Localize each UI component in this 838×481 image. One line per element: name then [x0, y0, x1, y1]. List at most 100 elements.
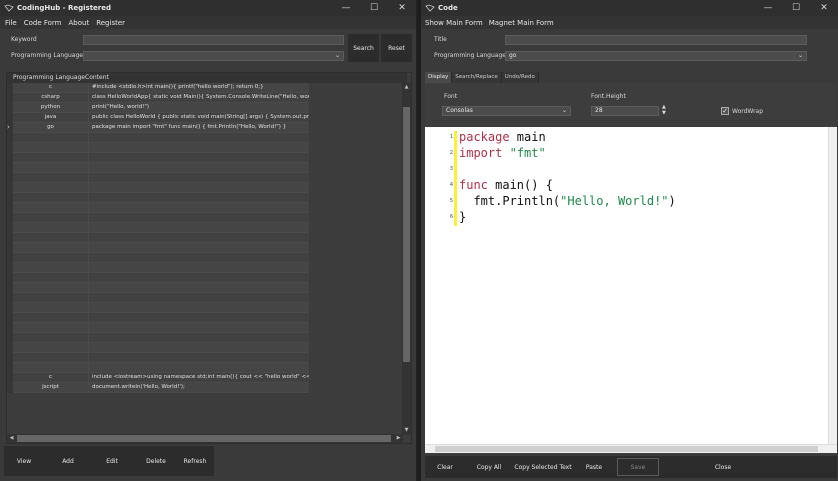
cell-content[interactable] — [90, 283, 309, 293]
cell-language[interactable] — [13, 353, 89, 363]
column-header-language[interactable]: Programming Language — [13, 74, 85, 81]
cell-language[interactable] — [13, 253, 89, 263]
minimize-icon[interactable]: — — [332, 0, 360, 16]
edit-button[interactable]: Edit — [92, 446, 132, 476]
cell-content[interactable] — [90, 163, 309, 173]
menu-magnet-main-form[interactable]: Magnet Main Form — [489, 19, 554, 27]
close-button[interactable]: Close — [701, 458, 745, 476]
cell-language[interactable] — [13, 273, 89, 283]
cell-language[interactable] — [13, 243, 89, 253]
copy-all-button[interactable]: Copy All — [471, 458, 507, 476]
font-height-input[interactable]: 28 — [591, 106, 659, 116]
copy-selected-text-button[interactable]: Copy Selected Text — [513, 458, 573, 476]
scroll-left-icon[interactable]: ◀ — [7, 434, 16, 443]
cell-content[interactable] — [90, 293, 309, 303]
scroll-up-icon[interactable]: ▲ — [402, 83, 411, 92]
close-icon[interactable]: ✕ — [810, 0, 838, 16]
table-row[interactable] — [7, 193, 309, 203]
table-row[interactable] — [7, 233, 309, 243]
title-input[interactable] — [505, 35, 807, 45]
table-row[interactable] — [7, 263, 309, 273]
table-row[interactable] — [7, 213, 309, 223]
tab-display[interactable]: Display — [425, 72, 453, 83]
code-grid[interactable]: Programming Language Content c #include <… — [6, 72, 412, 444]
table-row[interactable] — [7, 153, 309, 163]
clear-button[interactable]: Clear — [429, 458, 461, 476]
font-height-stepper[interactable]: ▲ ▼ — [662, 104, 666, 116]
cell-language[interactable]: java — [13, 113, 89, 123]
table-row[interactable]: c #include <stdio.h>int main(){ printf("h… — [7, 83, 309, 93]
save-button[interactable]: Save — [617, 458, 659, 476]
cell-language[interactable] — [13, 223, 89, 233]
cell-content[interactable] — [90, 343, 309, 353]
table-row[interactable] — [7, 253, 309, 263]
cell-content[interactable]: class HelloWorldApp{ static void Main(){… — [90, 93, 309, 103]
table-row[interactable] — [7, 313, 309, 323]
cell-language[interactable] — [13, 153, 89, 163]
table-row[interactable]: python print("Hello, world!") — [7, 103, 309, 113]
cell-language[interactable] — [13, 193, 89, 203]
table-row[interactable] — [7, 323, 309, 333]
cell-language[interactable] — [13, 363, 89, 373]
cell-language[interactable]: csharp — [13, 93, 89, 103]
cell-content[interactable]: package main import "fmt" func main() { … — [90, 123, 309, 133]
wordwrap-checkbox[interactable]: ✓ — [721, 107, 729, 115]
reset-button[interactable]: Reset — [381, 34, 412, 62]
cell-language[interactable] — [13, 183, 89, 193]
scroll-right-icon[interactable]: ▶ — [394, 434, 403, 443]
cell-language[interactable] — [13, 313, 89, 323]
cell-language[interactable] — [13, 323, 89, 333]
editor-vertical-scrollbar[interactable] — [828, 127, 837, 444]
cell-language[interactable] — [13, 293, 89, 303]
cell-language[interactable] — [13, 213, 89, 223]
table-row[interactable] — [7, 303, 309, 313]
refresh-button[interactable]: Refresh — [176, 446, 214, 476]
cell-content[interactable] — [90, 213, 309, 223]
cell-content[interactable] — [90, 203, 309, 213]
cell-content[interactable] — [90, 183, 309, 193]
code-editor[interactable]: 1 2 3 4 5 6 package main import "fmt" fu… — [425, 127, 837, 453]
cell-language[interactable] — [13, 143, 89, 153]
menu-register[interactable]: Register — [96, 19, 125, 27]
minimize-icon[interactable]: — — [754, 0, 782, 16]
table-row[interactable] — [7, 363, 309, 373]
grid-hscroll-thumb[interactable] — [17, 435, 391, 442]
grid-horizontal-scrollbar[interactable]: ◀ ▶ — [7, 434, 403, 443]
add-button[interactable]: Add — [48, 446, 88, 476]
cell-content[interactable] — [90, 173, 309, 183]
table-row[interactable]: c include <iostream>using namespace std;i… — [7, 373, 309, 383]
table-row[interactable] — [7, 173, 309, 183]
table-row[interactable]: java public class HelloWorld { public sta… — [7, 113, 309, 123]
cell-content[interactable]: #include <stdio.h>int main(){ printf("he… — [90, 83, 309, 93]
cell-content[interactable]: print("Hello, world!") — [90, 103, 309, 113]
code-language-select[interactable]: go ⌄ — [505, 51, 807, 61]
table-row[interactable] — [7, 203, 309, 213]
table-row[interactable] — [7, 133, 309, 143]
cell-language[interactable]: c — [13, 83, 89, 93]
cell-content[interactable] — [90, 253, 309, 263]
keyword-input[interactable] — [83, 35, 344, 45]
cell-language[interactable] — [13, 233, 89, 243]
view-button[interactable]: View — [4, 446, 44, 476]
cell-content[interactable] — [90, 243, 309, 253]
cell-language[interactable]: python — [13, 103, 89, 113]
menu-file[interactable]: File — [5, 19, 17, 27]
cell-language[interactable] — [13, 173, 89, 183]
maximize-icon[interactable]: ☐ — [360, 0, 388, 16]
cell-content[interactable] — [90, 143, 309, 153]
cell-content[interactable] — [90, 223, 309, 233]
cell-language[interactable]: jscript — [13, 383, 89, 393]
tab-undo-redo[interactable]: Undo/Redo — [501, 72, 539, 83]
table-row[interactable] — [7, 353, 309, 363]
menu-code-form[interactable]: Code Form — [24, 19, 62, 27]
table-row[interactable]: csharp class HelloWorldApp{ static void M… — [7, 93, 309, 103]
table-row[interactable] — [7, 293, 309, 303]
cell-content[interactable] — [90, 323, 309, 333]
cell-language[interactable] — [13, 333, 89, 343]
cell-content[interactable]: public class HelloWorld { public static … — [90, 113, 309, 123]
font-select[interactable]: Consolas ⌄ — [442, 106, 571, 116]
search-button[interactable]: Search — [348, 34, 379, 62]
cell-content[interactable] — [90, 233, 309, 243]
cell-content[interactable] — [90, 133, 309, 143]
table-row[interactable] — [7, 183, 309, 193]
